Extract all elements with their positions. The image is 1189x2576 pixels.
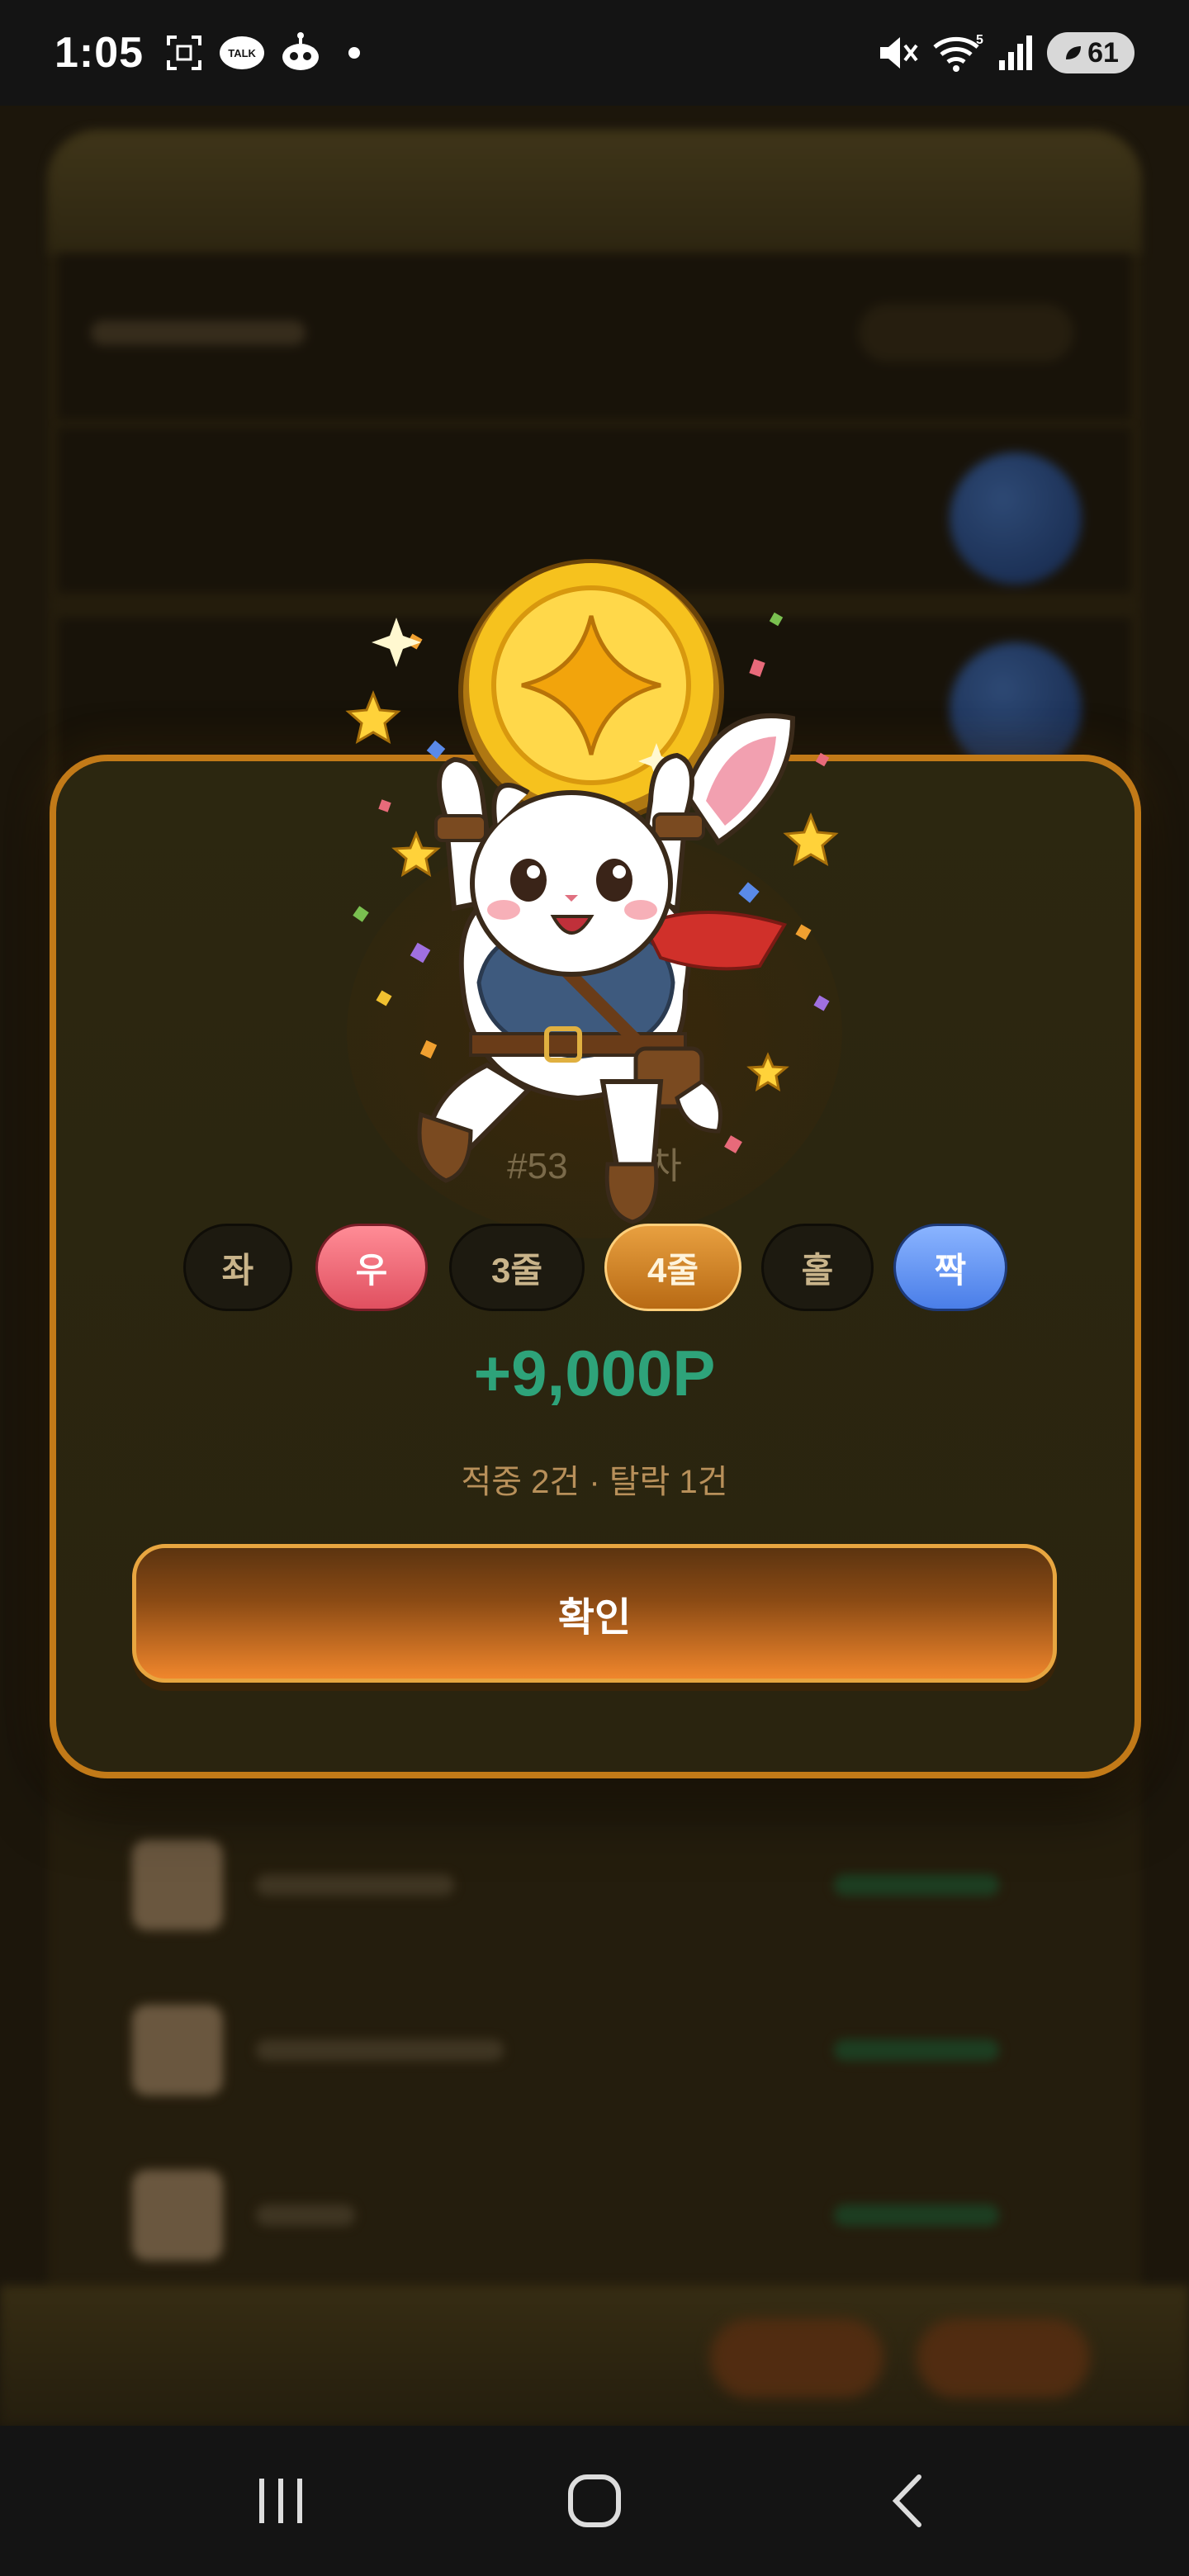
battery-icon: 61: [1047, 32, 1135, 73]
reward-amount: +9,000P: [473, 1337, 716, 1409]
system-nav-bar: [0, 2426, 1189, 2576]
clock: 1:05: [54, 29, 144, 77]
svg-text:5: 5: [976, 33, 983, 47]
recent-apps-icon[interactable]: [231, 2460, 330, 2542]
confirm-button[interactable]: 확인: [132, 1544, 1057, 1683]
chip-even: 짝: [893, 1224, 1007, 1311]
rabbit-coin-mascot-icon: [345, 559, 839, 1224]
home-icon[interactable]: [545, 2460, 644, 2542]
battery-level: 61: [1087, 36, 1119, 69]
result-summary: 적중 2건 · 탈락 1건: [461, 1464, 728, 1500]
notification-dot-icon: [348, 47, 361, 59]
wifi-icon: 5: [931, 32, 986, 73]
signal-icon: [997, 32, 1035, 73]
kakaotalk-icon: TALK: [220, 36, 265, 69]
chip-left: 좌: [183, 1224, 292, 1311]
status-bar: 1:05 TALK 5 61: [0, 0, 1189, 106]
alien-app-icon: [279, 32, 322, 73]
back-icon[interactable]: [859, 2460, 958, 2542]
mute-icon: [877, 32, 920, 73]
screenshot-icon: [163, 32, 205, 73]
